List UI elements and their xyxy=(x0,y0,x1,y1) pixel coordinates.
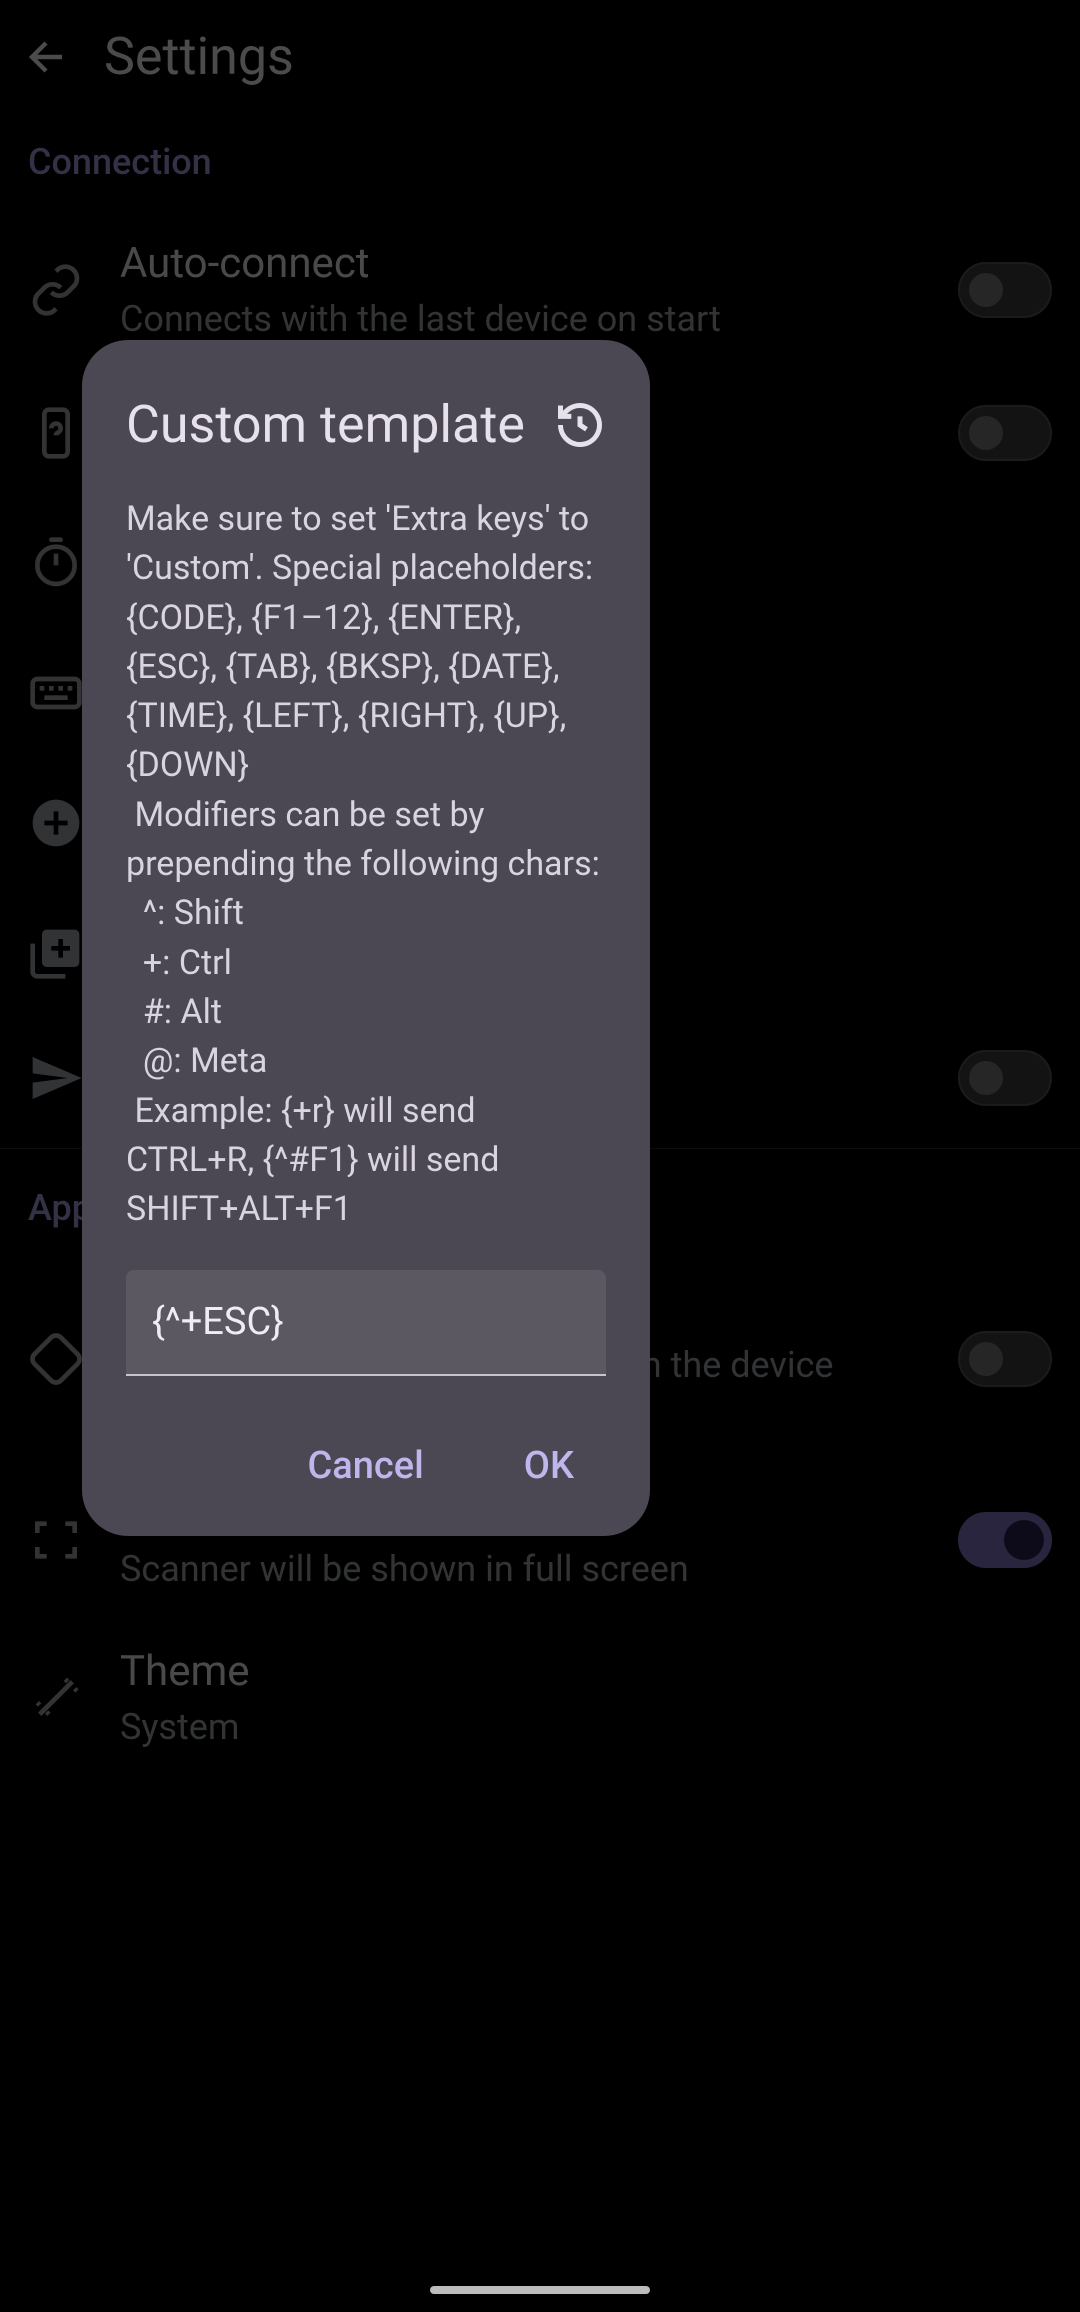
template-input-container[interactable] xyxy=(126,1270,606,1376)
history-icon[interactable] xyxy=(554,399,606,451)
custom-template-dialog: Custom template Make sure to set 'Extra … xyxy=(82,340,650,1536)
nav-indicator[interactable] xyxy=(430,2286,650,2294)
dialog-description: Make sure to set 'Extra keys' to 'Custom… xyxy=(126,495,606,1234)
dialog-title: Custom template xyxy=(126,394,525,455)
ok-button[interactable]: OK xyxy=(504,1432,594,1500)
template-input[interactable] xyxy=(152,1300,580,1344)
cancel-button[interactable]: Cancel xyxy=(287,1432,443,1500)
